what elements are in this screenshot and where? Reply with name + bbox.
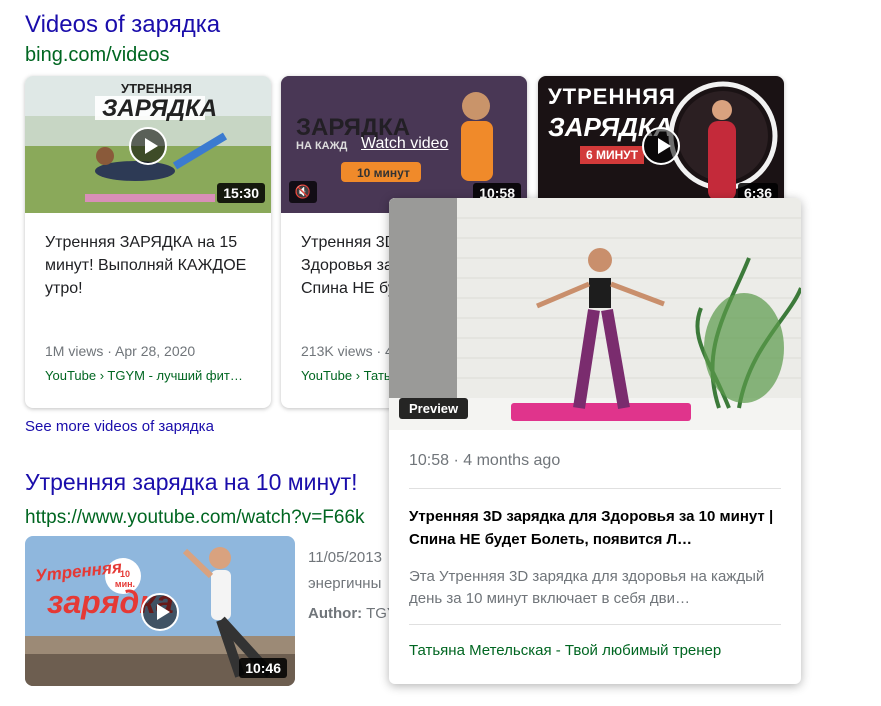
result-url: https://www.youtube.com/watch?v=F66k [25,507,365,528]
result-date: 11/05/2013 [308,549,382,566]
video-source-1: YouTube › TGYM - лучший фит… [45,368,243,383]
thumbnail-caption-2c: 10 минут [357,166,410,180]
preview-badge: Preview [399,398,469,419]
result-snippet: энергичны [308,575,382,592]
preview-meta: 10:58 · 4 months ago [409,452,561,469]
video-duration-1: 15:30 [217,183,265,203]
video-thumbnail-2[interactable]: ЗАРЯДКА НА КАЖД 10 минут Watch video 🔇 1… [281,76,527,213]
play-icon[interactable] [141,593,179,631]
thumbnail-caption-3a: УТРЕННЯЯ [548,84,676,109]
video-preview-popup[interactable]: Preview 10:58 · 4 months ago Утренняя 3D… [389,198,801,684]
video-title-2[interactable]: Утренняя 3D зарядка для Здоровья за 10 м… [301,231,391,300]
preview-video-player[interactable]: Preview [389,198,801,430]
video-meta-1: 1M views · Apr 28, 2020 [45,343,196,359]
mute-icon[interactable]: 🔇 [289,181,317,203]
thumbnail-caption-2b: НА КАЖД [296,140,348,152]
thumbnail-caption-1b: ЗАРЯДКА [102,95,218,122]
see-more-videos-link[interactable]: See more videos of зарядка [25,418,214,435]
video-thumbnail-1[interactable]: УТРЕННЯЯ ЗАРЯДКА 15:30 [25,76,271,213]
result-title[interactable]: Утренняя зарядка на 10 минут! [25,469,358,496]
videos-section-title[interactable]: Videos of зарядка [25,11,220,39]
video-card-1[interactable]: УТРЕННЯЯ ЗАРЯДКА 15:30 Утренняя ЗАРЯДКА … [25,76,271,408]
thumbnail-caption-3c: 6 МИНУТ [580,146,645,164]
video-title-2-text: Утренняя 3D зарядка для Здоровья за 10 м… [301,234,391,297]
preview-title[interactable]: Утренняя 3D зарядка для Здоровья за 10 м… [409,505,784,551]
result-duration: 10:46 [239,658,287,678]
play-icon[interactable] [129,127,167,165]
play-icon[interactable] [642,127,680,165]
divider [409,488,781,489]
result-author: Author: TGY [308,605,397,622]
preview-channel[interactable]: Татьяна Метельская - Твой любимый тренер [409,642,721,659]
thumbnail-caption-1a: УТРЕННЯЯ [121,81,192,96]
divider [409,624,781,625]
preview-video-frame [389,198,801,430]
video-thumbnail-3[interactable]: УТРЕННЯЯ ЗАРЯДКА 6 МИНУТ 6:36 [538,76,784,213]
result-thumbnail-badge: 10 мин. [114,569,136,589]
watch-video-link[interactable]: Watch video [361,135,448,153]
result-thumbnail[interactable]: Утренняя зарядка 10 мин. 10:46 [25,536,295,686]
result-author-label: Author: [308,605,363,622]
video-title-1[interactable]: Утренняя ЗАРЯДКА на 15 минут! Выполняй К… [45,231,255,300]
videos-section-url: bing.com/videos [25,44,170,66]
preview-description: Эта Утренняя 3D зарядка для здоровья на … [409,568,765,607]
